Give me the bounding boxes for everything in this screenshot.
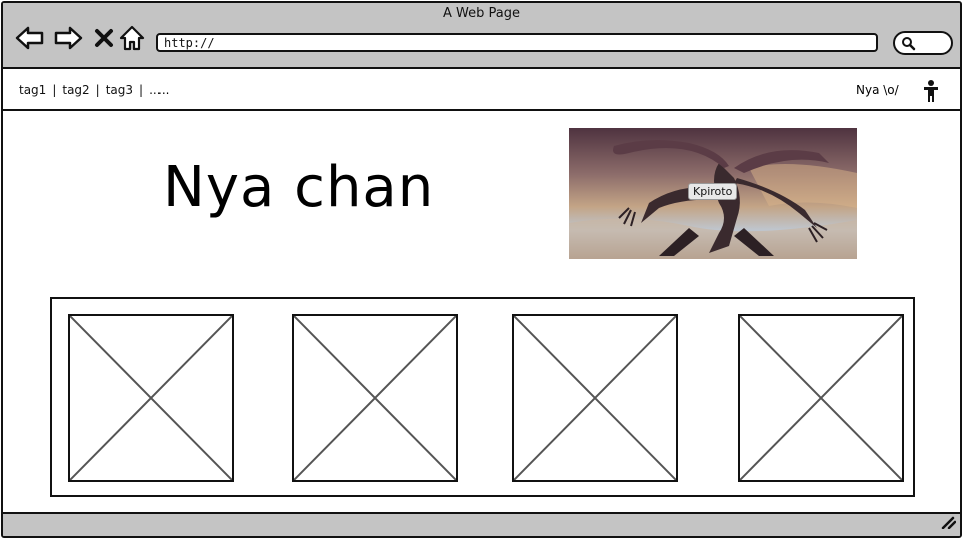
image-placeholder-icon[interactable] (738, 314, 904, 482)
tag-link[interactable]: tag2 (62, 83, 89, 97)
image-gallery (50, 297, 915, 497)
tag-overflow[interactable]: ... (158, 83, 169, 97)
window-title: A Web Page (443, 6, 520, 21)
image-placeholder-icon[interactable] (68, 314, 234, 482)
hero-image: Kpiroto (569, 128, 857, 259)
user-name-link[interactable]: Nya \o/ (856, 83, 899, 97)
resize-grip-icon[interactable] (940, 514, 957, 533)
image-placeholder-icon[interactable] (292, 314, 458, 482)
tag-link[interactable]: tag1 (19, 83, 46, 97)
person-icon[interactable] (921, 79, 941, 107)
tag-list: tag1 | tag2 | tag3 | ... (19, 83, 161, 97)
tag-bar: tag1 | tag2 | tag3 | ... ... Nya \o/ (3, 71, 960, 111)
tag-separator: | (139, 83, 144, 97)
tag-separator: | (95, 83, 100, 97)
browser-window: A Web Page http:// tag1 | tag2 | tag3 | … (1, 1, 962, 538)
back-arrow-icon[interactable] (15, 23, 45, 53)
browser-chrome: A Web Page http:// (3, 3, 960, 69)
tag-separator: | (52, 83, 57, 97)
image-caption: Kpiroto (688, 183, 738, 200)
address-bar[interactable]: http:// (156, 33, 878, 52)
status-bar (3, 512, 960, 536)
image-placeholder-icon[interactable] (512, 314, 678, 482)
home-icon[interactable] (117, 23, 147, 53)
search-icon (902, 37, 916, 51)
page-title: Nya chan (163, 155, 435, 220)
search-field[interactable] (893, 31, 953, 55)
forward-arrow-icon[interactable] (53, 23, 83, 53)
tag-link[interactable]: tag3 (106, 83, 133, 97)
close-x-icon[interactable] (89, 23, 119, 53)
